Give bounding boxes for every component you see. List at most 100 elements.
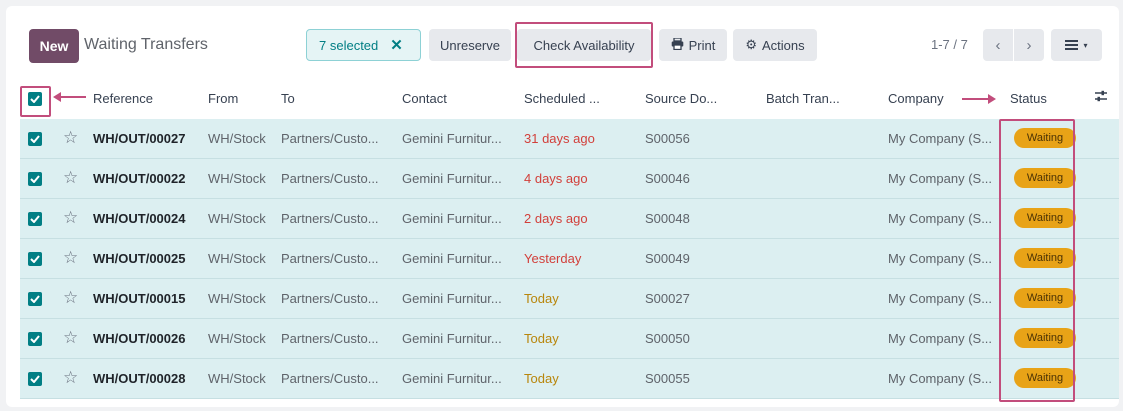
cell-from: WH/Stock [208,371,266,386]
star-icon[interactable]: ☆ [63,289,78,306]
star-icon[interactable]: ☆ [63,249,78,266]
table-row[interactable]: ☆ WH/OUT/00015 WH/Stock Partners/Custo... Ge… [20,279,1119,319]
cell-contact: Gemini Furnitur... [402,291,502,306]
cell-scheduled: Today [524,371,559,386]
cell-source: S00046 [645,171,690,186]
row-checkbox[interactable] [28,332,42,346]
pager-next-button[interactable]: › [1014,29,1044,61]
highlight-select-all [20,86,51,117]
cell-scheduled: 31 days ago [524,131,595,146]
clear-selection-icon[interactable]: ✕ [390,36,403,54]
star-icon[interactable]: ☆ [63,169,78,186]
view-switcher-button[interactable]: ▾ [1051,29,1102,61]
unreserve-label: Unreserve [440,37,500,53]
print-label: Print [688,37,716,53]
cell-to: Partners/Custo... [281,211,379,226]
cell-source: S00049 [645,251,690,266]
cell-to: Partners/Custo... [281,171,379,186]
cell-to: Partners/Custo... [281,131,379,146]
view-title: Waiting Transfers [84,36,208,53]
row-checkbox[interactable] [28,172,42,186]
column-header-from[interactable]: From [208,91,238,106]
column-header-company[interactable]: Company [888,91,944,106]
optional-columns-toggle-icon[interactable] [1094,89,1108,106]
star-icon[interactable]: ☆ [63,329,78,346]
pager-value[interactable]: 1-7 / 7 [931,37,968,52]
column-header-source-document[interactable]: Source Do... [645,91,717,106]
cell-from: WH/Stock [208,211,266,226]
cell-source: S00027 [645,291,690,306]
cell-to: Partners/Custo... [281,331,379,346]
cell-company: My Company (S... [888,131,993,146]
cell-reference: WH/OUT/00028 [93,371,186,386]
list-view: New Waiting Transfers 7 selected ✕ Unres… [6,6,1119,407]
cell-contact: Gemini Furnitur... [402,211,502,226]
actions-button[interactable]: ⚙ Actions [733,29,817,61]
star-icon[interactable]: ☆ [63,209,78,226]
cell-company: My Company (S... [888,291,993,306]
cell-scheduled: Today [524,331,559,346]
selection-indicator: 7 selected ✕ [306,29,421,61]
column-header-scheduled[interactable]: Scheduled ... [524,91,600,106]
cell-to: Partners/Custo... [281,371,379,386]
gear-icon: ⚙ [745,37,757,52]
column-header-contact[interactable]: Contact [402,91,447,106]
row-checkbox[interactable] [28,292,42,306]
cell-reference: WH/OUT/00015 [93,291,186,306]
annotation-arrowhead-status [988,94,996,104]
cell-from: WH/Stock [208,251,266,266]
column-header-to[interactable]: To [281,91,295,106]
cell-scheduled: Yesterday [524,251,582,266]
cell-contact: Gemini Furnitur... [402,371,502,386]
cell-company: My Company (S... [888,371,993,386]
cell-source: S00055 [645,371,690,386]
row-checkbox[interactable] [28,252,42,266]
column-header-status[interactable]: Status [1010,91,1047,106]
column-header-reference[interactable]: Reference [93,91,153,106]
row-checkbox[interactable] [28,372,42,386]
cell-scheduled: Today [524,291,559,306]
cell-company: My Company (S... [888,251,993,266]
cell-company: My Company (S... [888,211,993,226]
cell-from: WH/Stock [208,331,266,346]
star-icon[interactable]: ☆ [63,129,78,146]
unreserve-button[interactable]: Unreserve [429,29,511,61]
list-view-icon [1065,37,1079,53]
cell-reference: WH/OUT/00026 [93,331,186,346]
cell-company: My Company (S... [888,171,993,186]
highlight-check-availability [515,22,653,68]
cell-scheduled: 4 days ago [524,171,588,186]
caret-down-icon: ▾ [1083,40,1088,50]
cell-from: WH/Stock [208,291,266,306]
cell-contact: Gemini Furnitur... [402,331,502,346]
cell-reference: WH/OUT/00027 [93,131,186,146]
pager-previous-button[interactable]: ‹ [983,29,1013,61]
new-button[interactable]: New [29,29,79,63]
cell-reference: WH/OUT/00024 [93,211,186,226]
column-header-batch-transfer[interactable]: Batch Tran... [766,91,840,106]
cell-from: WH/Stock [208,131,266,146]
cell-contact: Gemini Furnitur... [402,171,502,186]
actions-label: Actions [762,37,805,53]
table-row[interactable]: ☆ WH/OUT/00026 WH/Stock Partners/Custo... Ge… [20,319,1119,359]
table-header: Reference From To Contact Scheduled ... … [20,79,1119,120]
row-checkbox[interactable] [28,212,42,226]
cell-contact: Gemini Furnitur... [402,131,502,146]
table-row[interactable]: ☆ WH/OUT/00025 WH/Stock Partners/Custo... Ge… [20,239,1119,279]
print-icon [671,36,684,53]
row-checkbox[interactable] [28,132,42,146]
highlight-status-column [999,119,1075,402]
selected-count: 7 selected [319,37,379,53]
star-icon[interactable]: ☆ [63,369,78,386]
print-button[interactable]: Print [659,29,727,61]
table-row[interactable]: ☆ WH/OUT/00024 WH/Stock Partners/Custo... Ge… [20,199,1119,239]
table-row[interactable]: ☆ WH/OUT/00027 WH/Stock Partners/Custo... Ge… [20,119,1119,159]
cell-source: S00056 [645,131,690,146]
cell-to: Partners/Custo... [281,291,379,306]
cell-reference: WH/OUT/00022 [93,171,186,186]
annotation-arrow-status [962,98,988,100]
table-row[interactable]: ☆ WH/OUT/00022 WH/Stock Partners/Custo... Ge… [20,159,1119,199]
cell-reference: WH/OUT/00025 [93,251,186,266]
annotation-arrow-select-all [60,96,86,98]
table-row[interactable]: ☆ WH/OUT/00028 WH/Stock Partners/Custo... Ge… [20,359,1119,399]
